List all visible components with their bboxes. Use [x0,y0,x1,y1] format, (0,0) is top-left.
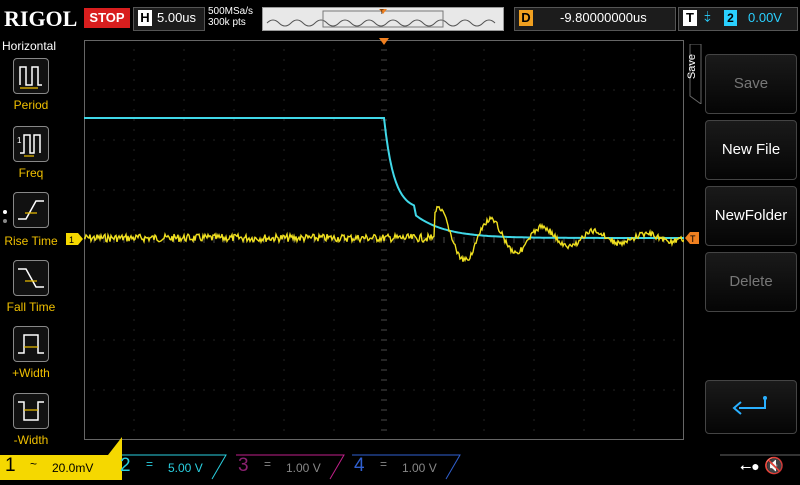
channel-3-coupling: = [264,457,272,471]
trigger-level: 0.00V [748,10,782,25]
rise-time-icon [18,200,44,220]
trigger-position-marker-icon [379,38,389,45]
channel-1-coupling: ~ [30,457,38,471]
enter-arrow-icon [732,396,767,415]
memory-overview-bar[interactable]: T [262,7,504,31]
new-file-button[interactable]: New File [705,120,797,180]
channel-1-waveform [84,205,684,263]
positive-width-icon [18,334,44,354]
delay-value: -9.80000000us [560,10,647,25]
selection-dot [3,219,7,223]
waveform-display[interactable] [84,40,684,440]
save-button[interactable]: Save [705,54,797,114]
delay-badge: D [519,10,533,26]
timebase-value: 5.00us [157,10,197,25]
trigger-badge: T [683,10,697,26]
channel-1-scale: 20.0mV [52,461,94,475]
horizontal-badge: H [138,10,152,26]
period-button[interactable] [13,58,49,94]
rise-time-label: Rise Time [4,234,58,248]
fall-time-button[interactable] [13,260,49,296]
channel-2-coupling: = [146,457,154,471]
falling-edge-icon: ⤈ [704,8,711,25]
positive-width-button[interactable] [13,326,49,362]
fall-time-icon [18,268,44,288]
selection-dot [3,210,7,214]
memory-depth: 300k pts [208,17,246,28]
fall-time-label: Fall Time [6,300,56,314]
period-label: Period [13,98,49,112]
rise-time-button[interactable] [13,192,49,228]
period-icon [19,66,42,89]
svg-text:1: 1 [69,235,74,245]
run-stop-indicator[interactable]: STOP [84,8,130,28]
trigger-source: 2 [724,10,737,26]
save-menu-title: Save [686,54,698,80]
enter-button[interactable] [705,380,797,434]
sample-rate: 500MSa/s [208,6,254,17]
channel-4-scale: 1.00 V [402,461,437,475]
channel-2-number[interactable]: 2 [120,455,131,477]
frequency-button[interactable]: 1 [13,126,49,162]
trigger-level-marker-icon[interactable]: T [685,232,699,244]
positive-width-label: +Width [12,366,50,380]
negative-width-icon [18,401,44,421]
channel-1-offset-marker-icon[interactable]: 1 [66,233,84,245]
svg-text:T: T [380,10,384,16]
svg-text:T: T [690,234,696,244]
svg-text:1: 1 [17,136,22,145]
left-menu-title: Horizontal [2,39,57,53]
new-folder-button[interactable]: NewFolder [705,186,797,246]
channel-1-number: 1 [5,455,16,476]
delete-button[interactable]: Delete [705,252,797,312]
usb-icon: ⭠● [740,458,760,474]
channel-2-scale: 5.00 V [168,461,203,475]
frequency-icon: 1 [17,134,41,157]
channel-3-scale: 1.00 V [286,461,321,475]
brand-logo: RIGOL [4,6,78,31]
speaker-muted-icon[interactable]: 🔇 [764,456,784,476]
channel-3-number[interactable]: 3 [238,455,249,477]
frequency-label: Freq [18,166,44,180]
channel-4-number[interactable]: 4 [354,455,365,477]
memory-waveform-icon: T [266,9,496,28]
negative-width-button[interactable] [13,393,49,429]
channel-4-coupling: = [380,457,388,471]
